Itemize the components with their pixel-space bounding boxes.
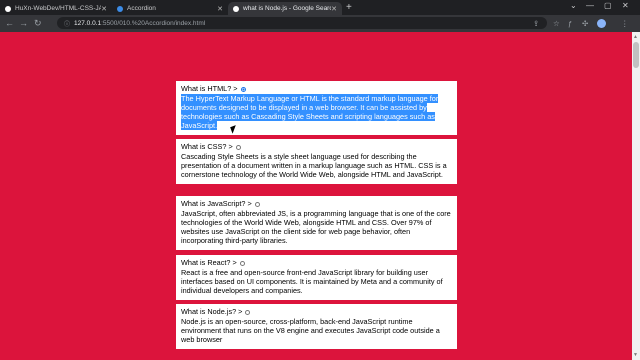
selected-text: The HyperText Markup Language or HTML is… [181,93,439,130]
close-icon[interactable]: ✕ [101,5,107,13]
accordion-answer: React is a free and open-source front-en… [181,267,443,295]
mouse-cursor-icon [231,126,237,132]
scroll-up-icon[interactable]: ▲ [633,34,638,40]
accordion-item-react: What is React? > React is a free and ope… [176,255,457,300]
accordion-item-css: What is CSS? > Cascading Style Sheets is… [176,139,457,184]
page-icon [117,5,123,12]
back-icon[interactable]: ← [5,18,14,28]
share-icon[interactable]: ⇪ [533,19,539,28]
scroll-down-icon[interactable]: ▼ [633,352,638,358]
accordion-item-javascript: What is JavaScript? > JavaScript, often … [176,196,457,250]
accordion-item-nodejs: What is Node.js? > Node.js is an open-so… [176,304,457,349]
scrollbar-track[interactable] [632,32,640,360]
puzzle-icon[interactable]: ✣ [582,19,588,28]
accordion-question[interactable]: What is HTML? > [181,84,452,94]
address-bar[interactable]: ⓘ 127.0.0.1 :5500/010.%20Accordion/index… [57,17,547,29]
accordion-toggle-radio[interactable] [245,309,251,315]
minimize-icon[interactable]: — [586,1,594,10]
accordion-toggle-radio[interactable] [240,86,246,92]
accordion-question[interactable]: What is CSS? > [181,142,452,152]
accordion-toggle-radio[interactable] [254,201,260,207]
accordion-answer: Node.js is an open-source, cross-platfor… [181,316,440,344]
url-path: :5500/010.%20Accordion/index.html [101,19,206,27]
github-icon [5,5,11,12]
info-icon[interactable]: ⓘ [64,19,70,28]
accordion-answer: The HyperText Markup Language or HTML is… [181,93,452,131]
accordion-question[interactable]: What is Node.js? > [181,307,452,317]
menu-icon[interactable]: ⋮ [621,19,629,28]
question-label: What is HTML? > [181,84,238,93]
question-label: What is CSS? > [181,142,233,151]
tab-google-search[interactable]: what is Node.js - Google Search ✕ [228,2,342,15]
question-label: What is JavaScript? > [181,199,252,208]
scrollbar-thumb[interactable] [633,42,639,68]
avatar[interactable] [597,19,606,28]
close-icon[interactable]: ✕ [331,5,337,13]
accordion-item-html: What is HTML? > The HyperText Markup Lan… [176,81,457,135]
accordion-answer: Cascading Style Sheets is a style sheet … [181,151,447,179]
forward-icon[interactable]: → [19,18,28,28]
question-label: What is Node.js? > [181,307,243,316]
close-window-icon[interactable]: ✕ [622,1,629,10]
close-icon[interactable]: ✕ [217,5,223,13]
browser-toolbar: ← → ↻ ⓘ 127.0.0.1 :5500/010.%20Accordion… [0,15,640,32]
tab-github[interactable]: HuXn-WebDev/HTML-CSS-JAVA ✕ [0,2,112,15]
accordion-toggle-radio[interactable] [235,144,241,150]
tab-accordion[interactable]: Accordion ✕ [112,2,228,15]
maximize-icon[interactable]: ▢ [604,1,612,10]
extension-icon[interactable]: ƒ [568,19,572,28]
accordion-toggle-radio[interactable] [239,260,245,266]
chevron-down-icon[interactable]: ⌄ [570,1,577,10]
question-label: What is React? > [181,258,237,267]
reload-icon[interactable]: ↻ [34,18,42,29]
new-tab-button[interactable]: + [346,2,352,13]
tab-title: HuXn-WebDev/HTML-CSS-JAVA [15,5,102,12]
google-icon [233,5,239,12]
tab-title: Accordion [127,5,156,12]
accordion-question[interactable]: What is JavaScript? > [181,199,452,209]
tab-strip: HuXn-WebDev/HTML-CSS-JAVA ✕ Accordion ✕ … [0,0,640,15]
bookmark-star-icon[interactable]: ☆ [553,19,560,28]
accordion-question[interactable]: What is React? > [181,258,452,268]
accordion-answer: JavaScript, often abbreviated JS, is a p… [181,208,451,245]
url-host: 127.0.0.1 [74,19,102,27]
tab-title: what is Node.js - Google Search [243,5,332,12]
